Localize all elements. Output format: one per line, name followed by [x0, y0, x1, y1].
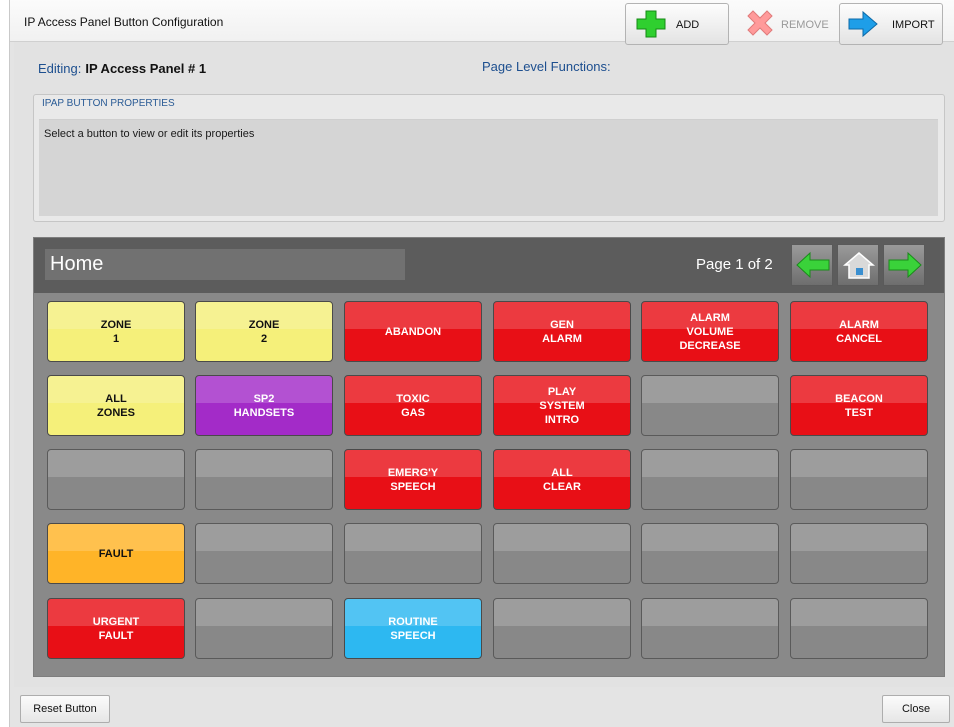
panel-button-label: ROUTINE SPEECH — [388, 615, 438, 642]
button-properties-panel: IPAP BUTTON PROPERTIES Select a button t… — [33, 94, 945, 222]
page-indicator: Page 1 of 2 — [696, 256, 773, 273]
remove-button-label: REMOVE — [781, 19, 829, 31]
panel-button[interactable]: ZONE 2 — [195, 301, 333, 362]
panel-button[interactable]: BEACON TEST — [790, 375, 928, 436]
panel-button[interactable] — [790, 598, 928, 659]
panel-button-label: BEACON TEST — [835, 392, 883, 419]
panel-button[interactable]: GEN ALARM — [493, 301, 631, 362]
panel-button-label: ALARM VOLUME DECREASE — [679, 311, 741, 352]
page-level-functions-label: Page Level Functions: — [482, 59, 611, 74]
properties-hint: Select a button to view or edit its prop… — [44, 128, 255, 140]
button-panel: Home Page 1 of 2 ZONE 1 ZONE 2 ABANDON GEN … — [33, 237, 945, 677]
panel-button[interactable]: EMERG'Y SPEECH — [344, 449, 482, 510]
arrow-right-icon — [888, 251, 922, 279]
panel-button[interactable]: TOXIC GAS — [344, 375, 482, 436]
arrow-left-icon — [796, 251, 830, 279]
add-button-label: ADD — [676, 19, 700, 31]
home-icon — [842, 252, 876, 279]
close-button[interactable]: Close — [882, 695, 950, 723]
editing-value: IP Access Panel # 1 — [85, 61, 207, 76]
page-name-field[interactable]: Home — [45, 249, 405, 280]
panel-button[interactable] — [493, 523, 631, 584]
panel-button[interactable] — [641, 375, 779, 436]
remove-x-icon — [747, 10, 773, 36]
import-button[interactable]: IMPORT — [839, 3, 943, 45]
panel-button[interactable] — [344, 523, 482, 584]
panel-header: Home Page 1 of 2 — [34, 238, 944, 293]
panel-button[interactable]: FAULT — [47, 523, 185, 584]
editing-bar: Editing: IP Access Panel # 1 Page Level F… — [22, 44, 948, 90]
panel-button[interactable] — [790, 449, 928, 510]
panel-button[interactable]: ABANDON — [344, 301, 482, 362]
panel-button[interactable]: ALL CLEAR — [493, 449, 631, 510]
panel-button-label: ALL ZONES — [97, 392, 135, 419]
panel-button[interactable] — [641, 598, 779, 659]
panel-button[interactable]: ZONE 1 — [47, 301, 185, 362]
panel-button-label: GEN ALARM — [542, 318, 582, 345]
panel-button[interactable]: ALARM VOLUME DECREASE — [641, 301, 779, 362]
panel-button[interactable]: PLAY SYSTEM INTRO — [493, 375, 631, 436]
panel-button[interactable] — [641, 523, 779, 584]
previous-page-button[interactable] — [791, 244, 833, 286]
next-page-button[interactable] — [883, 244, 925, 286]
panel-button[interactable]: ALL ZONES — [47, 375, 185, 436]
properties-title: IPAP BUTTON PROPERTIES — [42, 98, 175, 109]
panel-button-label: TOXIC GAS — [396, 392, 430, 419]
panel-button-label: FAULT — [98, 547, 134, 560]
panel-button[interactable] — [195, 449, 333, 510]
panel-button-label: URGENT FAULT — [92, 615, 140, 642]
panel-button-label: ZONE 2 — [248, 318, 280, 345]
panel-button[interactable] — [195, 523, 333, 584]
panel-button-label: ABANDON — [384, 325, 442, 338]
panel-button[interactable]: SP2 HANDSETS — [195, 375, 333, 436]
plus-icon — [636, 10, 666, 38]
panel-button[interactable] — [47, 449, 185, 510]
panel-button[interactable] — [641, 449, 779, 510]
remove-button[interactable]: REMOVE — [738, 3, 832, 45]
properties-content: Select a button to view or edit its prop… — [39, 119, 938, 216]
panel-button-label: PLAY SYSTEM INTRO — [539, 385, 585, 426]
panel-button[interactable]: URGENT FAULT — [47, 598, 185, 659]
arrow-right-import-icon — [848, 10, 878, 38]
editing-label: Editing: IP Access Panel # 1 — [38, 61, 207, 76]
panel-button[interactable]: ALARM CANCEL — [790, 301, 928, 362]
panel-button-label: EMERG'Y SPEECH — [387, 466, 439, 493]
panel-button-label: ZONE 1 — [100, 318, 132, 345]
reset-button[interactable]: Reset Button — [20, 695, 110, 723]
panel-button[interactable] — [195, 598, 333, 659]
panel-button-label: ALL CLEAR — [543, 466, 581, 493]
panel-button-label: SP2 HANDSETS — [233, 392, 295, 419]
panel-button[interactable] — [790, 523, 928, 584]
panel-button-label: ALARM CANCEL — [836, 318, 882, 345]
window-title: IP Access Panel Button Configuration — [24, 15, 224, 29]
panel-button[interactable]: ROUTINE SPEECH — [344, 598, 482, 659]
home-page-button[interactable] — [837, 244, 879, 286]
add-button[interactable]: ADD — [625, 3, 729, 45]
import-button-label: IMPORT — [892, 19, 935, 31]
panel-button[interactable] — [493, 598, 631, 659]
